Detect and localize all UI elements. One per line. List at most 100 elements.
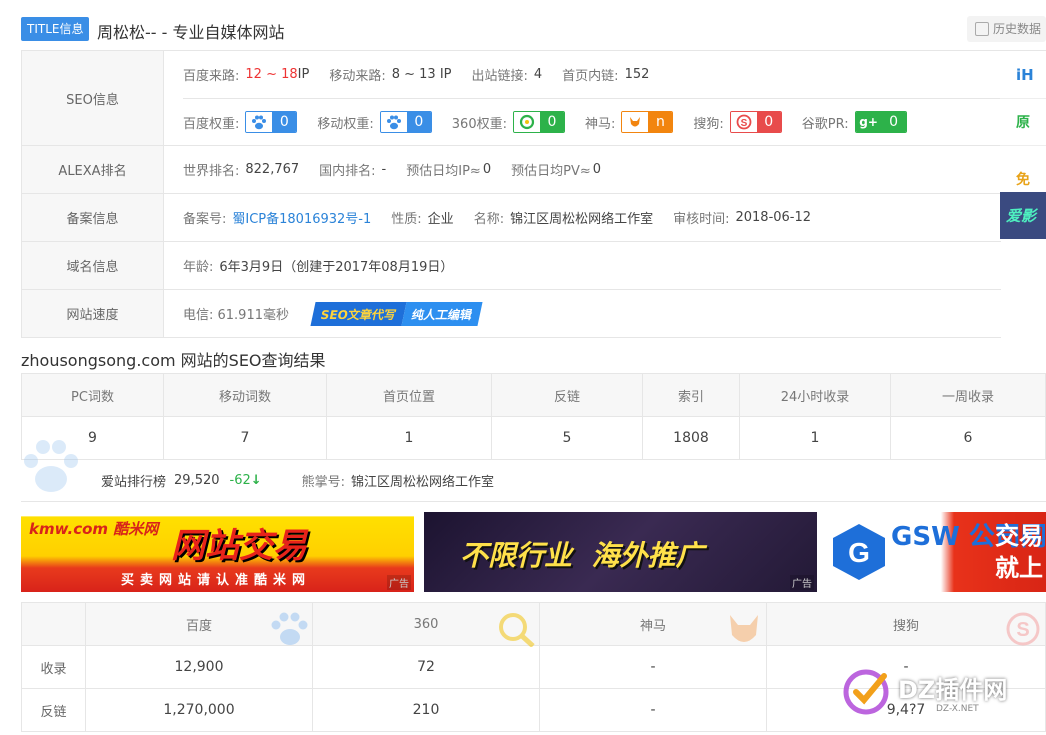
side-ad-1[interactable]: iH	[1000, 51, 1046, 98]
rank-label: 爱站排行榜	[101, 474, 167, 490]
domestic-rank: 国内排名: -	[319, 160, 386, 179]
engine-header-label: 百度	[185, 618, 212, 634]
shenma-icon	[730, 615, 758, 642]
traffic-line: 百度来路: 12 ~ 18 IP 移动来路: 8 ~ 13 IP 出站链接: 4 首页…	[183, 51, 1001, 98]
outbound-links-key: 出站链接:	[471, 69, 528, 84]
icp-nature: 性质: 企业	[391, 208, 453, 227]
promo-part-1: SEO文章代写	[310, 301, 407, 326]
svg-text:S: S	[1016, 619, 1029, 641]
domain-row: 域名信息 年龄: 6年3月9日（创建于2017年08月19日）	[22, 242, 1001, 290]
engine-header-corner	[21, 602, 86, 646]
stats-table: PC词数 移动词数 首页位置 反链 索引 24小时收录 一周收录 9 7 1 5…	[21, 373, 1046, 460]
daily-ip-key: 预估日均IP≈	[406, 164, 481, 179]
result-heading: zhousongsong.com 网站的SEO查询结果	[21, 351, 326, 370]
world-rank-value: 822,767	[245, 162, 300, 177]
360-icon	[513, 112, 540, 132]
baidu-weight[interactable]: 百度权重: 0	[183, 111, 298, 133]
speed-label: 网站速度	[22, 290, 164, 337]
sogou-icon: S	[730, 112, 757, 132]
engine-cell: 12,900	[85, 645, 313, 689]
360-weight-badge[interactable]: 0	[512, 111, 565, 133]
engine-row-label: 收录	[21, 645, 86, 689]
side-ad-2[interactable]: 原	[1000, 98, 1046, 145]
mobile-traffic-value: 8 ~ 13 IP	[391, 67, 452, 82]
icp-name-key: 名称:	[473, 212, 505, 227]
daily-pv-value: 0	[592, 162, 602, 177]
icp-label: 备案信息	[22, 194, 164, 241]
home-internal-links: 首页内链: 152	[562, 65, 649, 84]
ad-overseas[interactable]: 不限行业 海外推广 广告	[424, 512, 817, 592]
shenma-weight-value: n	[648, 112, 673, 132]
domain-age-key: 年龄:	[183, 260, 214, 275]
google-plus-icon: g+	[855, 112, 882, 132]
icp-review-time-key: 审核时间:	[673, 212, 730, 227]
ad-gsw[interactable]: G GSW 公司网 交易 就上	[827, 512, 1046, 592]
engine-header-label: 360	[413, 616, 439, 632]
google-pr[interactable]: 谷歌PR: g+ 0	[802, 111, 907, 133]
domestic-rank-value: -	[381, 162, 387, 177]
icp-review-time: 审核时间: 2018-06-12	[673, 208, 811, 227]
ad-tag: 广告	[790, 575, 814, 590]
promo-part-2: 纯人工编辑	[401, 301, 483, 326]
domain-label: 域名信息	[22, 242, 164, 289]
speed-text: 电信: 61.911毫秒	[183, 308, 289, 323]
dz-logo-icon	[843, 669, 889, 715]
engine-cell: 1,270,000	[85, 688, 313, 732]
rank-change-value: -62	[229, 472, 251, 488]
svg-text:S: S	[740, 118, 747, 129]
baidu-weight-badge[interactable]: 0	[245, 111, 298, 133]
icp-review-time-value: 2018-06-12	[735, 210, 812, 225]
icp-content: 备案号: 蜀ICP备18016932号-1 性质: 企业 名称: 锦江区周松松网络工作…	[164, 194, 1001, 241]
side-ad-3[interactable]: 免	[1000, 145, 1046, 192]
ad-kmw-brand: kmw.com 酷米网	[29, 520, 159, 538]
stats-value: 5	[491, 416, 643, 460]
mobile-traffic-key: 移动来路:	[329, 69, 386, 84]
icp-number-link[interactable]: 蜀ICP备18016932号-1	[232, 208, 371, 227]
stats-value: 1	[326, 416, 492, 460]
seo-label: SEO信息	[22, 51, 164, 145]
stats-value: 7	[163, 416, 327, 460]
ad-kmw[interactable]: kmw.com 酷米网 网站交易 买卖网站请认准酷米网 广告	[21, 512, 414, 592]
engine-cell: 72	[312, 645, 540, 689]
daily-pv-key: 预估日均PV≈	[511, 164, 591, 179]
daily-pv: 预估日均PV≈ 0	[511, 160, 601, 179]
engine-header-360: 360	[312, 602, 540, 647]
side-ad-strip[interactable]: iH 原 免 爱影	[1000, 50, 1046, 286]
baidu-traffic-unit: IP	[297, 67, 310, 82]
shenma-weight-badge[interactable]: n	[621, 111, 674, 133]
ad-overseas-headline: 不限行业 海外推广	[460, 539, 704, 572]
shenma-weight-key: 神马:	[584, 116, 616, 132]
domain-line: 年龄: 6年3月9日（创建于2017年08月19日）	[183, 242, 1001, 289]
mobile-weight-badge[interactable]: 0	[379, 111, 432, 133]
engine-cell: 210	[312, 688, 540, 732]
xiongzhang-label: 熊掌号:	[301, 474, 346, 490]
title-tag: TITLE信息	[21, 17, 90, 41]
mobile-weight-value: 0	[406, 112, 431, 132]
ad-kmw-sub: 买卖网站请认准酷米网	[121, 573, 312, 588]
seo-content: 百度来路: 12 ~ 18 IP 移动来路: 8 ~ 13 IP 出站链接: 4 首页…	[164, 51, 1001, 145]
baidu-paw-icon	[271, 612, 308, 645]
xiongzhang-value: 锦江区周松松网络工作室	[351, 474, 495, 490]
sogou-weight[interactable]: 搜狗: S0	[693, 111, 782, 133]
history-data-button[interactable]: 历史数据	[967, 16, 1046, 42]
google-pr-badge[interactable]: g+ 0	[854, 111, 907, 133]
stats-header: PC词数	[21, 373, 164, 417]
stats-header: 一周收录	[890, 373, 1046, 417]
sogou-weight-badge[interactable]: S0	[729, 111, 782, 133]
speed-line: 电信: 61.911毫秒 SEO文章代写 纯人工编辑	[183, 290, 1001, 337]
dz-watermark: DZ插件网 DZ-X.NET	[840, 660, 1040, 720]
360-weight[interactable]: 360权重: 0	[452, 111, 565, 133]
shenma-weight[interactable]: 神马: n	[584, 111, 674, 133]
title-bar: TITLE信息 周松松-- - 专业自媒体网站 历史数据	[21, 16, 1046, 42]
icp-number[interactable]: 备案号: 蜀ICP备18016932号-1	[183, 208, 371, 227]
stats-header: 反链	[491, 373, 643, 417]
dz-watermark-sub: DZ-X.NET	[936, 704, 979, 714]
seo-writing-promo[interactable]: SEO文章代写 纯人工编辑	[310, 301, 483, 326]
360-weight-value: 0	[539, 112, 564, 132]
baidu-mobile-paw-icon	[380, 112, 407, 132]
mobile-weight[interactable]: 移动权重: 0	[317, 111, 432, 133]
ad-gsw-headline: 交易 就上	[995, 522, 1043, 582]
side-ad-4[interactable]: 爱影	[1000, 192, 1046, 239]
icp-name: 名称: 锦江区周松松网络工作室	[474, 208, 653, 227]
rank-change: -62↓	[230, 473, 262, 488]
